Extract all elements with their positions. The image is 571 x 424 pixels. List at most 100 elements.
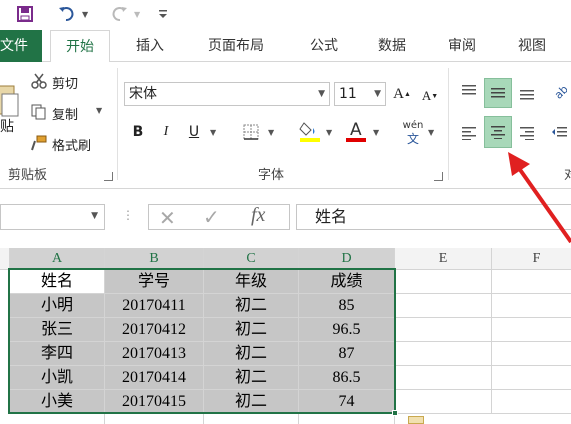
worksheet-grid[interactable]: A B C D E F 姓名 学号 年级 成绩 小明 20170411 初二 8… [0, 248, 571, 424]
cell-b5[interactable]: 20170414 [105, 366, 204, 390]
cell-f3[interactable] [492, 318, 571, 342]
column-header-f[interactable]: F [492, 248, 571, 270]
cell-f5[interactable] [492, 366, 571, 390]
phonetic-guide-icon[interactable]: wén 文 [400, 118, 426, 148]
insert-function-icon[interactable]: fx [251, 204, 265, 227]
decrease-indent-icon[interactable] [548, 118, 570, 148]
cell-f1[interactable] [492, 270, 571, 294]
align-left-icon[interactable] [456, 118, 482, 148]
cell-a5[interactable]: 小凯 [10, 366, 105, 390]
tab-page-layout[interactable]: 页面布局 [192, 30, 280, 62]
bold-button[interactable]: B [130, 122, 146, 142]
cell-e5[interactable] [395, 366, 492, 390]
enter-icon[interactable]: ✓ [203, 205, 220, 229]
column-header-d[interactable]: D [299, 248, 395, 270]
cell-d7[interactable] [299, 414, 395, 424]
italic-button[interactable]: I [158, 122, 174, 142]
align-center-icon[interactable] [484, 116, 512, 148]
cell-b6[interactable]: 20170415 [105, 390, 204, 414]
bottom-align-icon[interactable] [514, 78, 540, 108]
format-painter-icon[interactable] [30, 134, 48, 152]
cell-f2[interactable] [492, 294, 571, 318]
cell-a4[interactable]: 李四 [10, 342, 105, 366]
cell-e6[interactable] [395, 390, 492, 414]
redo-dropdown-icon[interactable]: ▼ [134, 10, 140, 19]
align-right-icon[interactable] [514, 118, 540, 148]
cell-f6[interactable] [492, 390, 571, 414]
cell-d1[interactable]: 成绩 [299, 270, 395, 294]
save-icon[interactable] [14, 3, 36, 25]
cut-button[interactable]: 剪切 [52, 73, 78, 92]
cut-icon[interactable] [30, 72, 48, 90]
name-box[interactable]: ▼ [0, 204, 105, 230]
copy-icon[interactable] [30, 103, 48, 121]
underline-dropdown-icon[interactable]: ▼ [210, 128, 216, 137]
underline-button[interactable]: U [186, 122, 202, 142]
top-align-icon[interactable] [456, 78, 482, 104]
undo-icon[interactable] [56, 3, 78, 25]
cell-c3[interactable]: 初二 [204, 318, 299, 342]
borders-dropdown-icon[interactable]: ▼ [268, 128, 274, 137]
font-color-icon[interactable]: A [344, 118, 368, 144]
cell-d2[interactable]: 85 [299, 294, 395, 318]
column-header-c[interactable]: C [204, 248, 299, 270]
customize-icon[interactable] [156, 3, 170, 25]
cell-a2[interactable]: 小明 [10, 294, 105, 318]
cell-a6[interactable]: 小美 [10, 390, 105, 414]
cell-b4[interactable]: 20170413 [105, 342, 204, 366]
font-color-dropdown-icon[interactable]: ▼ [373, 128, 379, 137]
select-all-corner[interactable] [0, 248, 10, 270]
cell-a7[interactable] [10, 414, 105, 424]
cell-b1[interactable]: 学号 [105, 270, 204, 294]
cell-c6[interactable]: 初二 [204, 390, 299, 414]
column-header-e[interactable]: E [395, 248, 492, 270]
font-size-select[interactable]: 11 ▼ [334, 82, 386, 106]
tab-view[interactable]: 视图 [502, 30, 562, 62]
cell-b7[interactable] [105, 414, 204, 424]
name-box-dropdown-icon[interactable]: ▼ [91, 211, 98, 221]
cell-c5[interactable]: 初二 [204, 366, 299, 390]
phonetic-dropdown-icon[interactable]: ▼ [428, 128, 434, 137]
fill-color-icon[interactable] [298, 118, 322, 144]
cell-e3[interactable] [395, 318, 492, 342]
orientation-icon[interactable]: ab [548, 78, 570, 104]
cancel-icon[interactable]: ✕ [159, 206, 176, 230]
cell-c1[interactable]: 年级 [204, 270, 299, 294]
cell-a1[interactable]: 姓名 [10, 270, 105, 294]
font-name-select[interactable]: 宋体 ▼ [124, 82, 330, 106]
cell-e1[interactable] [395, 270, 492, 294]
tab-data[interactable]: 数据 [362, 30, 422, 62]
cell-d6[interactable]: 74 [299, 390, 395, 414]
cell-e2[interactable] [395, 294, 492, 318]
redo-icon[interactable] [108, 3, 130, 25]
tab-home[interactable]: 开始 [50, 30, 110, 63]
tab-review[interactable]: 审阅 [432, 30, 492, 62]
font-launcher-icon[interactable] [434, 172, 443, 181]
cell-b2[interactable]: 20170411 [105, 294, 204, 318]
cell-a3[interactable]: 张三 [10, 318, 105, 342]
fill-handle[interactable] [392, 410, 398, 416]
cell-b3[interactable]: 20170412 [105, 318, 204, 342]
format-painter-button[interactable]: 格式刷 [52, 135, 91, 154]
cell-c7[interactable] [204, 414, 299, 424]
decrease-font-size-icon[interactable]: A ▼ [420, 84, 440, 108]
column-header-a[interactable]: A [10, 248, 105, 270]
cell-c2[interactable]: 初二 [204, 294, 299, 318]
clipboard-launcher-icon[interactable] [104, 172, 113, 181]
tab-file[interactable]: 文件 [0, 30, 42, 62]
fill-color-dropdown-icon[interactable]: ▼ [326, 128, 332, 137]
cell-e4[interactable] [395, 342, 492, 366]
tab-formulas[interactable]: 公式 [294, 30, 354, 62]
column-header-b[interactable]: B [105, 248, 204, 270]
tab-insert[interactable]: 插入 [120, 30, 180, 62]
borders-icon[interactable] [240, 122, 262, 142]
quick-analysis-icon[interactable] [408, 416, 424, 424]
middle-align-icon[interactable] [484, 78, 512, 108]
cell-c4[interactable]: 初二 [204, 342, 299, 366]
cell-d5[interactable]: 86.5 [299, 366, 395, 390]
cell-f4[interactable] [492, 342, 571, 366]
increase-font-size-icon[interactable]: A ▲ [392, 82, 412, 106]
copy-button[interactable]: 复制 [52, 104, 78, 123]
copy-dropdown-icon[interactable]: ▼ [96, 106, 102, 115]
cell-d4[interactable]: 87 [299, 342, 395, 366]
